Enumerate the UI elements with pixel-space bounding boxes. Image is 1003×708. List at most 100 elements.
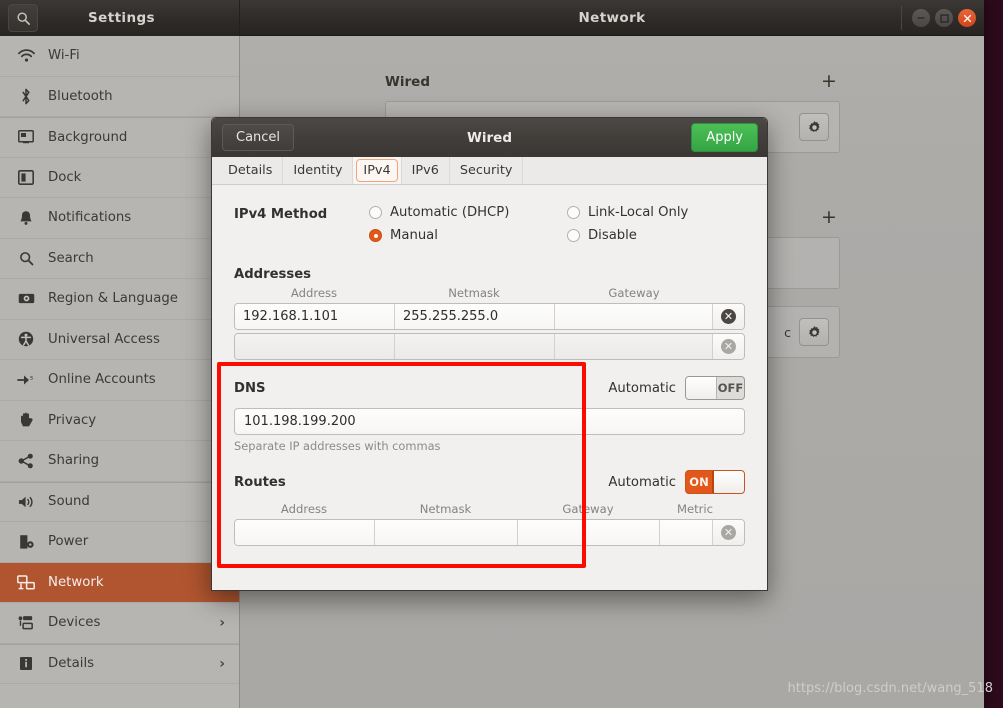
delete-address-button[interactable]: ✕ [713, 334, 744, 359]
delete-address-button[interactable]: ✕ [713, 304, 744, 329]
tab-identity[interactable]: Identity [283, 157, 354, 184]
sidebar-item-background[interactable]: Background [0, 117, 239, 158]
tab-label: Security [459, 163, 513, 178]
search-icon [16, 11, 30, 25]
connection-settings-button[interactable] [799, 113, 829, 141]
radio-indicator [567, 206, 580, 219]
toggle-state-label: OFF [717, 381, 744, 395]
gateway-input[interactable] [555, 304, 713, 329]
sidebar-item-details[interactable]: Details › [0, 643, 239, 684]
radio-manual[interactable]: Manual [369, 228, 567, 243]
maximize-button[interactable] [935, 9, 953, 27]
sidebar-item-region-language[interactable]: Region & Language [0, 279, 239, 320]
netmask-input[interactable] [395, 334, 555, 359]
column-header-netmask: Netmask [419, 502, 472, 516]
add-connection-button[interactable]: + [818, 208, 840, 227]
accessibility-icon [14, 330, 38, 348]
tab-security[interactable]: Security [450, 157, 524, 184]
titlebar-left: Settings [0, 0, 240, 36]
route-row[interactable]: ✕ [234, 519, 745, 546]
sidebar-item-label: Sound [48, 494, 90, 510]
radio-link-local-only[interactable]: Link-Local Only [567, 205, 767, 220]
dialog-header: Cancel Wired Apply [212, 118, 767, 157]
dialog-tabs[interactable]: Details Identity IPv4 IPv6 Security [212, 157, 767, 185]
svg-text:s: s [30, 374, 33, 381]
sidebar-item-search[interactable]: Search [0, 239, 239, 279]
radio-label: Disable [588, 228, 637, 243]
sidebar-item-wifi[interactable]: Wi-Fi [0, 36, 239, 77]
sidebar-item-bluetooth[interactable]: Bluetooth [0, 77, 239, 117]
dialog-title: Wired [467, 129, 512, 146]
chevron-right-icon: › [219, 614, 225, 631]
apply-button[interactable]: Apply [691, 123, 758, 152]
radio-disable[interactable]: Disable [567, 228, 767, 243]
sidebar-item-label: Sharing [48, 453, 100, 469]
background-icon [14, 128, 38, 146]
section-header: Wired + [385, 72, 840, 91]
sidebar-item-sharing[interactable]: Sharing [0, 441, 239, 482]
tab-ipv6[interactable]: IPv6 [402, 157, 450, 184]
tab-ipv4[interactable]: IPv4 [353, 157, 402, 184]
radio-automatic-dhcp[interactable]: Automatic (DHCP) [369, 205, 567, 220]
sidebar-item-sound[interactable]: Sound [0, 481, 239, 522]
routes-automatic-toggle[interactable]: ON [685, 470, 745, 494]
dns-automatic-toggle[interactable]: OFF [685, 376, 745, 400]
sidebar-item-label: Devices [48, 615, 101, 631]
delete-route-button[interactable]: ✕ [713, 520, 744, 545]
tab-details[interactable]: Details [218, 157, 284, 184]
connection-settings-button[interactable] [799, 318, 829, 346]
sidebar-item-online-accounts[interactable]: s Online Accounts [0, 360, 239, 401]
sidebar-item-label: Bluetooth [48, 88, 113, 104]
desktop-backdrop: Settings Network Wi-Fi Bluetooth Backgro… [0, 0, 1003, 708]
gateway-input[interactable] [555, 334, 713, 359]
share-icon [14, 452, 38, 470]
sidebar-item-label: Online Accounts [48, 372, 156, 388]
column-header-gateway: Gateway [608, 286, 660, 300]
sidebar-item-power[interactable]: Power [0, 522, 239, 563]
sidebar-item-privacy[interactable]: Privacy [0, 401, 239, 441]
sidebar-item-label: Dock [48, 169, 82, 185]
minimize-button[interactable] [912, 9, 930, 27]
cancel-button[interactable]: Cancel [222, 124, 295, 151]
address-row[interactable]: ✕ [234, 333, 745, 360]
address-input[interactable] [235, 334, 395, 359]
toggle-knob [686, 377, 717, 399]
routes-automatic-control: Automatic ON [608, 470, 745, 494]
route-gateway-input[interactable] [518, 520, 660, 545]
routes-title: Routes [234, 474, 286, 490]
search-button[interactable] [8, 4, 38, 32]
netmask-input[interactable]: 255.255.255.0 [395, 304, 555, 329]
close-button[interactable] [958, 9, 976, 27]
sidebar-item-network[interactable]: Network [0, 562, 239, 603]
sidebar-item-devices[interactable]: Devices › [0, 603, 239, 644]
toggle-knob [713, 471, 744, 493]
sidebar-item-label: Notifications [48, 210, 132, 226]
delete-icon: ✕ [721, 309, 736, 324]
sidebar-item-label: Privacy [48, 412, 97, 428]
sidebar-item-notifications[interactable]: Notifications [0, 198, 239, 239]
devices-icon [14, 614, 38, 632]
power-icon [14, 533, 38, 551]
route-metric-input[interactable] [660, 520, 713, 545]
dialog-body: IPv4 Method Automatic (DHCP) Link-Local … [212, 185, 767, 590]
sidebar-item-universal-access[interactable]: Universal Access [0, 320, 239, 360]
delete-icon: ✕ [721, 339, 736, 354]
dns-servers-input[interactable]: 101.198.199.200 [234, 408, 745, 435]
maximize-icon [939, 13, 949, 23]
add-connection-button[interactable]: + [818, 72, 840, 91]
chevron-right-icon: › [219, 655, 225, 672]
toggle-state-label: ON [686, 471, 713, 493]
route-netmask-input[interactable] [375, 520, 518, 545]
sidebar-item-dock[interactable]: Dock [0, 158, 239, 198]
hand-icon [14, 411, 38, 429]
column-header-address: Address [290, 286, 338, 300]
bell-icon [14, 209, 38, 227]
address-input[interactable]: 192.168.1.101 [235, 304, 395, 329]
speaker-icon [14, 493, 38, 511]
window-controls [901, 6, 976, 30]
address-row[interactable]: 192.168.1.101 255.255.255.0 ✕ [234, 303, 745, 330]
routes-row: Routes Automatic ON [212, 453, 767, 494]
tab-label: IPv4 [363, 163, 391, 178]
sidebar[interactable]: Wi-Fi Bluetooth Background Dock Notifica… [0, 36, 240, 708]
route-address-input[interactable] [235, 520, 375, 545]
